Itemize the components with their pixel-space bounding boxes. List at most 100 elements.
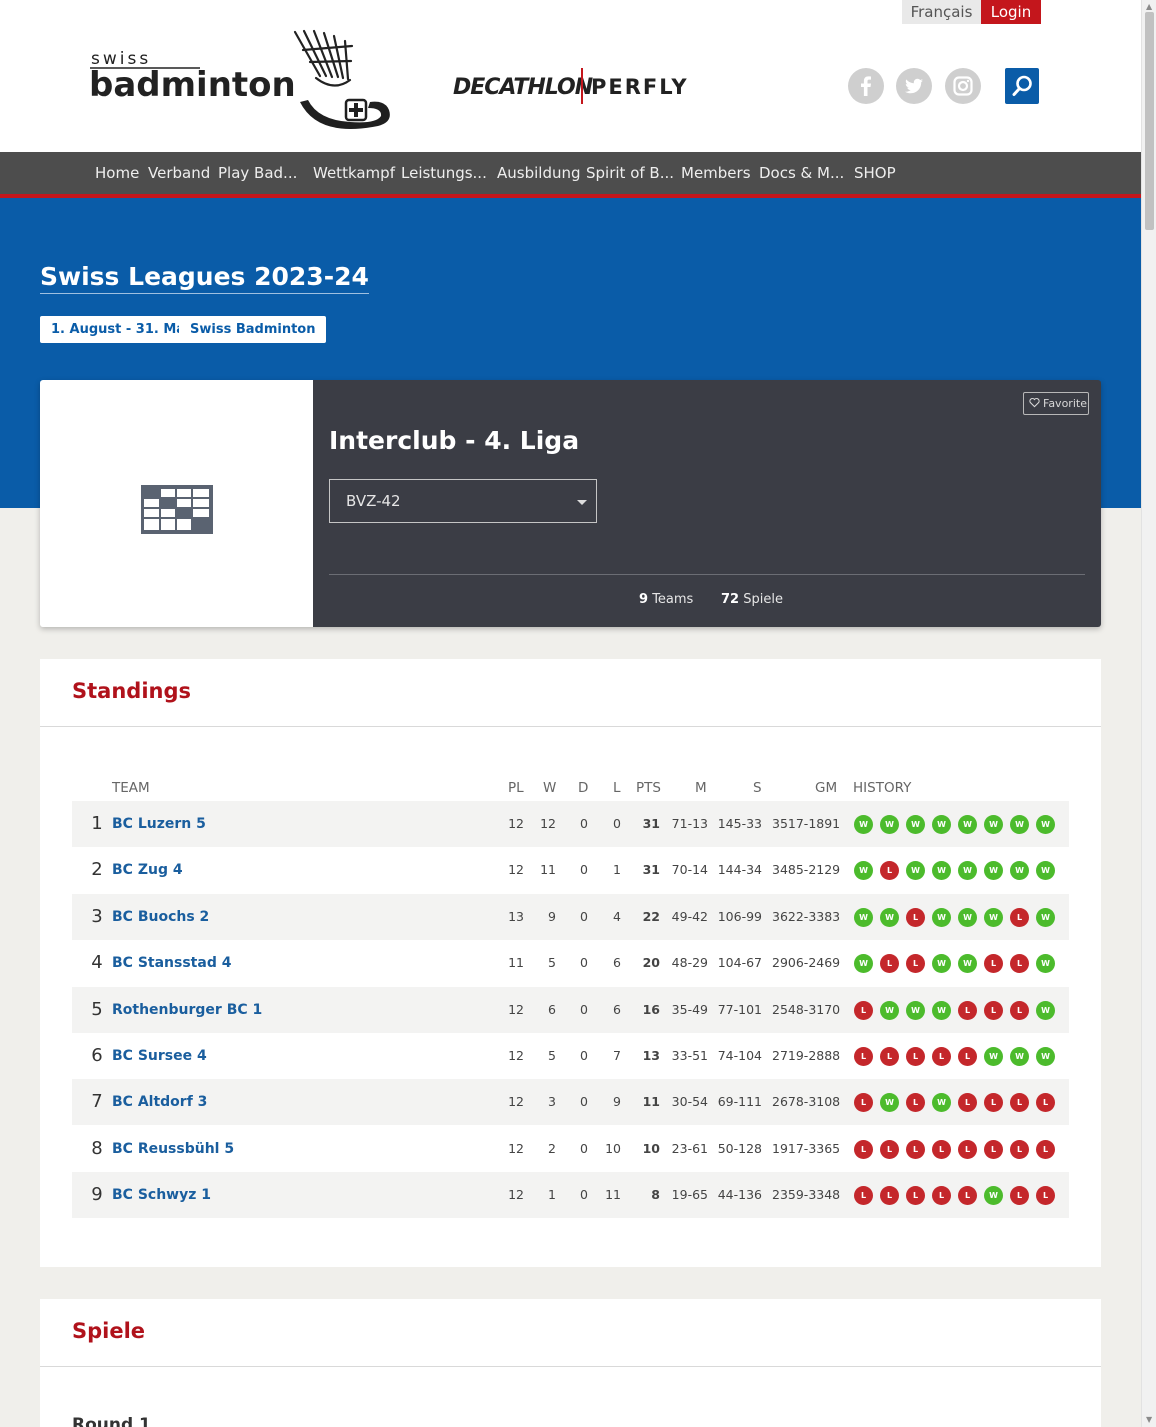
search-button[interactable] <box>1005 68 1039 104</box>
history-loss-badge[interactable]: L <box>984 1093 1003 1113</box>
team-link[interactable]: BC Altdorf 3 <box>112 1079 412 1125</box>
history-loss-badge[interactable]: L <box>854 1093 873 1113</box>
col-l-header[interactable]: L <box>613 780 621 796</box>
history-loss-badge[interactable]: L <box>880 1186 899 1206</box>
history-win-badge[interactable]: W <box>880 1093 899 1113</box>
history-win-badge[interactable]: W <box>854 861 873 881</box>
team-link[interactable]: BC Reussbühl 5 <box>112 1126 412 1172</box>
col-pl-header[interactable]: PL <box>508 780 524 796</box>
history-win-badge[interactable]: W <box>1036 1000 1055 1020</box>
history-loss-badge[interactable]: L <box>906 1139 925 1159</box>
nav-item-leistungssport[interactable]: Leistungs... <box>401 164 487 182</box>
history-loss-badge[interactable]: L <box>984 954 1003 974</box>
history-win-badge[interactable]: W <box>906 815 925 834</box>
history-loss-badge[interactable]: L <box>984 1139 1003 1159</box>
team-link[interactable]: BC Luzern 5 <box>112 801 412 847</box>
team-link[interactable]: BC Buochs 2 <box>112 894 412 940</box>
nav-item-shop[interactable]: SHOP <box>854 164 896 182</box>
history-win-badge[interactable]: W <box>984 815 1003 834</box>
nav-item-wettkampf[interactable]: Wettkampf <box>313 164 395 182</box>
organizer-chip[interactable]: Swiss Badminton <box>179 316 327 343</box>
scroll-down-arrow-icon[interactable]: ▼ <box>1146 1416 1152 1424</box>
history-win-badge[interactable]: W <box>958 815 977 834</box>
history-win-badge[interactable]: W <box>1036 1047 1055 1066</box>
scrollbar-thumb[interactable] <box>1145 12 1154 230</box>
history-win-badge[interactable]: W <box>984 1047 1003 1066</box>
history-loss-badge[interactable]: L <box>854 1186 873 1206</box>
history-win-badge[interactable]: W <box>1036 815 1055 834</box>
col-w-header[interactable]: W <box>543 780 556 796</box>
col-s-header[interactable]: S <box>753 780 762 796</box>
history-win-badge[interactable]: W <box>932 1000 951 1020</box>
history-loss-badge[interactable]: L <box>880 1139 899 1159</box>
history-loss-badge[interactable]: L <box>1010 954 1029 974</box>
history-win-badge[interactable]: W <box>932 907 951 927</box>
history-win-badge[interactable]: W <box>1036 861 1055 881</box>
team-link[interactable]: BC Schwyz 1 <box>112 1172 412 1218</box>
history-win-badge[interactable]: W <box>880 907 899 927</box>
history-loss-badge[interactable]: L <box>854 1047 873 1066</box>
page-scrollbar[interactable]: ▲ ▼ <box>1141 0 1156 1427</box>
scroll-up-arrow-icon[interactable]: ▲ <box>1146 3 1152 11</box>
history-win-badge[interactable]: W <box>1010 815 1029 834</box>
nav-item-home[interactable]: Home <box>95 164 139 182</box>
history-loss-badge[interactable]: L <box>1036 1139 1055 1159</box>
decathlon-perfly-sponsor-logo[interactable]: DECATHLON PERFLY <box>452 66 694 106</box>
nav-item-ausbildung[interactable]: Ausbildung <box>497 164 581 182</box>
history-win-badge[interactable]: W <box>958 861 977 881</box>
history-loss-badge[interactable]: L <box>958 1139 977 1159</box>
instagram-icon[interactable] <box>945 68 981 104</box>
nav-item-verband[interactable]: Verband <box>148 164 210 182</box>
history-win-badge[interactable]: W <box>958 954 977 974</box>
history-win-badge[interactable]: W <box>1010 1047 1029 1066</box>
history-loss-badge[interactable]: L <box>958 1186 977 1206</box>
history-loss-badge[interactable]: L <box>906 1093 925 1113</box>
history-loss-badge[interactable]: L <box>880 1047 899 1066</box>
nav-item-docs[interactable]: Docs & M... <box>759 164 844 182</box>
history-win-badge[interactable]: W <box>984 861 1003 881</box>
history-win-badge[interactable]: W <box>854 954 873 974</box>
history-loss-badge[interactable]: L <box>1036 1093 1055 1113</box>
col-pts-header[interactable]: PTS <box>636 780 661 796</box>
twitter-icon[interactable] <box>896 68 932 104</box>
history-loss-badge[interactable]: L <box>906 1047 925 1066</box>
col-d-header[interactable]: D <box>578 780 588 796</box>
team-link[interactable]: BC Sursee 4 <box>112 1033 412 1079</box>
language-switch-button[interactable]: Français <box>902 0 981 24</box>
team-link[interactable]: BC Zug 4 <box>112 847 412 893</box>
history-win-badge[interactable]: W <box>854 815 873 834</box>
history-win-badge[interactable]: W <box>880 1000 899 1020</box>
history-loss-badge[interactable]: L <box>1036 1186 1055 1206</box>
team-link[interactable]: Rothenburger BC 1 <box>112 987 412 1033</box>
col-m-header[interactable]: M <box>695 780 707 796</box>
history-loss-badge[interactable]: L <box>906 907 925 927</box>
history-win-badge[interactable]: W <box>932 815 951 834</box>
history-win-badge[interactable]: W <box>854 907 873 927</box>
history-loss-badge[interactable]: L <box>1010 1000 1029 1020</box>
login-button[interactable]: Login <box>981 0 1041 24</box>
favorite-button[interactable]: Favorite <box>1023 392 1089 415</box>
nav-item-play-badminton[interactable]: Play Bad... <box>218 164 297 182</box>
history-win-badge[interactable]: W <box>1036 907 1055 927</box>
history-loss-badge[interactable]: L <box>880 861 899 881</box>
swiss-badminton-logo[interactable]: swiss badminton <box>88 28 393 136</box>
history-win-badge[interactable]: W <box>984 907 1003 927</box>
nav-item-members[interactable]: Members <box>681 164 751 182</box>
history-win-badge[interactable]: W <box>958 907 977 927</box>
date-range-chip[interactable]: 1. August - 31. Mai <box>40 316 201 343</box>
nav-item-spirit-of-badminton[interactable]: Spirit of B... <box>586 164 674 182</box>
facebook-icon[interactable] <box>848 68 884 104</box>
history-win-badge[interactable]: W <box>1010 861 1029 881</box>
history-loss-badge[interactable]: L <box>932 1186 951 1206</box>
col-gm-header[interactable]: GM <box>815 780 837 796</box>
col-team-header[interactable]: TEAM <box>112 780 150 796</box>
history-loss-badge[interactable]: L <box>984 1000 1003 1020</box>
history-win-badge[interactable]: W <box>984 1186 1003 1206</box>
history-win-badge[interactable]: W <box>906 861 925 881</box>
history-win-badge[interactable]: W <box>932 1093 951 1113</box>
history-loss-badge[interactable]: L <box>1010 1093 1029 1113</box>
team-link[interactable]: BC Stansstad 4 <box>112 940 412 986</box>
history-win-badge[interactable]: W <box>906 1000 925 1020</box>
history-loss-badge[interactable]: L <box>854 1000 873 1020</box>
history-loss-badge[interactable]: L <box>1010 1139 1029 1159</box>
